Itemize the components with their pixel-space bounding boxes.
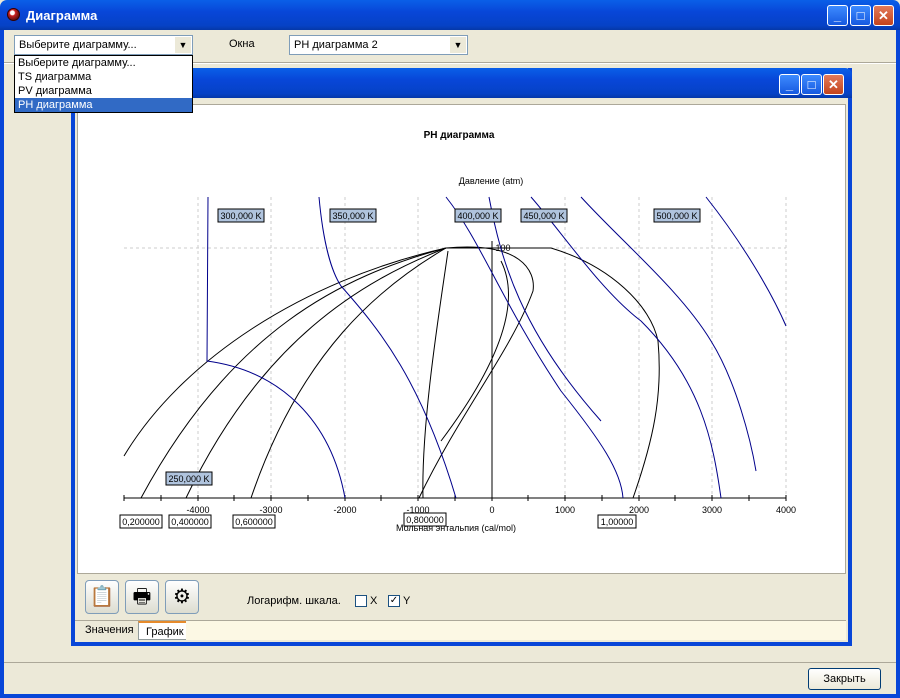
isotherm-400 (445, 196, 624, 499)
tab-chart[interactable]: График (138, 621, 192, 640)
isotherm-550 (705, 196, 787, 327)
frame-bottom (0, 694, 900, 698)
isotherm-label: 300,000 K (217, 208, 265, 223)
app-icon (7, 8, 20, 21)
dropdown-option-selected[interactable]: PH диаграмма (15, 98, 192, 112)
diagram-select[interactable]: Выберите диаграмму... ▼ (14, 35, 193, 55)
maximize-button[interactable]: □ (850, 5, 871, 26)
isotherm-500 (580, 196, 757, 472)
ph-chart: PH диаграмма Давление (atm) Мольная энта… (119, 130, 796, 533)
svg-text:0,400000: 0,400000 (171, 517, 209, 527)
isotherm-label: 450,000 K (520, 208, 568, 223)
dropdown-option[interactable]: Выберите диаграмму... (15, 56, 192, 70)
grid (124, 197, 787, 498)
chevron-down-icon[interactable]: ▼ (450, 37, 466, 53)
quality-line-1.0 (418, 246, 534, 499)
isotherm-300 (318, 196, 457, 499)
x-tick-label: -3000 (259, 505, 282, 515)
svg-text:500,000 K: 500,000 K (656, 211, 697, 221)
isotherm-250 (206, 196, 346, 499)
x-tick-label: 3000 (702, 505, 722, 515)
quality-label: 0,200000 (119, 514, 163, 529)
log-y-checkbox[interactable]: ✓ (388, 595, 400, 607)
tab-strip-filler (186, 621, 846, 640)
isotherm-labels: 250,000 K 300,000 K 350,000 K 400,000 K … (165, 208, 701, 486)
isotherm-label: 500,000 K (653, 208, 701, 223)
quality-line-0.4 (185, 247, 447, 499)
isotherm-label: 350,000 K (329, 208, 377, 223)
main-title-bar[interactable]: Диаграмма (0, 0, 900, 30)
close-button[interactable]: ✕ (873, 5, 894, 26)
x-tick-label: 2000 (629, 505, 649, 515)
print-icon[interactable]: 🖶 (125, 580, 159, 614)
quality-label: 0,600000 (232, 514, 276, 529)
svg-text:450,000 K: 450,000 K (523, 211, 564, 221)
chart-minimize-button[interactable]: _ (779, 74, 800, 95)
svg-text:300,000 K: 300,000 K (220, 211, 261, 221)
dropdown-option[interactable]: PV диаграмма (15, 84, 192, 98)
isotherm-label: 400,000 K (454, 208, 502, 223)
svg-text:250,000 K: 250,000 K (168, 474, 209, 484)
chart-maximize-button[interactable]: □ (801, 74, 822, 95)
quality-line-0.6 (250, 247, 447, 499)
windows-select-value: PH диаграмма 2 (294, 39, 378, 51)
chevron-down-icon[interactable]: ▼ (175, 37, 191, 53)
isotherm-label: 250,000 K (165, 471, 213, 486)
diagram-select-value: Выберите диаграмму... (19, 39, 137, 51)
chart-title: PH диаграмма (424, 130, 495, 141)
log-scale-label: Логарифм. шкала. (247, 595, 341, 607)
svg-text:1,00000: 1,00000 (601, 517, 634, 527)
isotherm-350 (488, 196, 602, 422)
chart-close-button[interactable]: ✕ (823, 74, 844, 95)
close-dialog-button[interactable]: Закрыть (808, 668, 881, 690)
dropdown-option[interactable]: TS диаграмма (15, 70, 192, 84)
x-tick-labels: -4000 -3000 -2000 -1000 0 1000 2000 3000… (186, 505, 796, 515)
diagram-dropdown-list[interactable]: Выберите диаграмму... TS диаграмма PV ди… (14, 55, 193, 113)
frame-right (896, 30, 900, 698)
y-axis-label: Давление (atm) (459, 176, 523, 186)
x-tick-label: -2000 (333, 505, 356, 515)
svg-text:400,000 K: 400,000 K (457, 211, 498, 221)
x-tick-label: 4000 (776, 505, 796, 515)
quality-line-0.8 (422, 250, 509, 499)
quality-label: 0,800000 (403, 512, 447, 527)
quality-label: 0,400000 (168, 514, 212, 529)
plot-panel: PH диаграмма Давление (atm) Мольная энта… (77, 104, 846, 574)
gear-icon[interactable]: ⚙ (165, 580, 199, 614)
bottom-separator (4, 662, 896, 663)
windows-label: Окна (229, 38, 255, 50)
windows-select[interactable]: PH диаграмма 2 ▼ (289, 35, 468, 55)
frame-left (0, 30, 4, 698)
quality-lines (123, 246, 660, 499)
quality-label: 1,00000 (597, 514, 637, 529)
isotherm-450 (530, 196, 722, 499)
tab-values[interactable]: Значения (78, 621, 141, 640)
copy-icon[interactable]: 📋 (85, 580, 119, 614)
quality-labels: 0,200000 0,400000 0,600000 0,800000 1,00… (119, 512, 637, 529)
x-tick-label: 0 (489, 505, 494, 515)
minimize-button[interactable]: _ (827, 5, 848, 26)
svg-text:0,600000: 0,600000 (235, 517, 273, 527)
x-tick-label: -4000 (186, 505, 209, 515)
svg-text:350,000 K: 350,000 K (332, 211, 373, 221)
window-title: Диаграмма (26, 8, 98, 23)
x-tick-label: 1000 (555, 505, 575, 515)
log-y-label: Y (403, 595, 411, 607)
log-x-checkbox[interactable] (355, 595, 367, 607)
svg-text:0,200000: 0,200000 (122, 517, 160, 527)
svg-text:0,800000: 0,800000 (406, 515, 444, 525)
log-x-label: X (370, 595, 378, 607)
quality-line-0.2 (140, 247, 447, 499)
